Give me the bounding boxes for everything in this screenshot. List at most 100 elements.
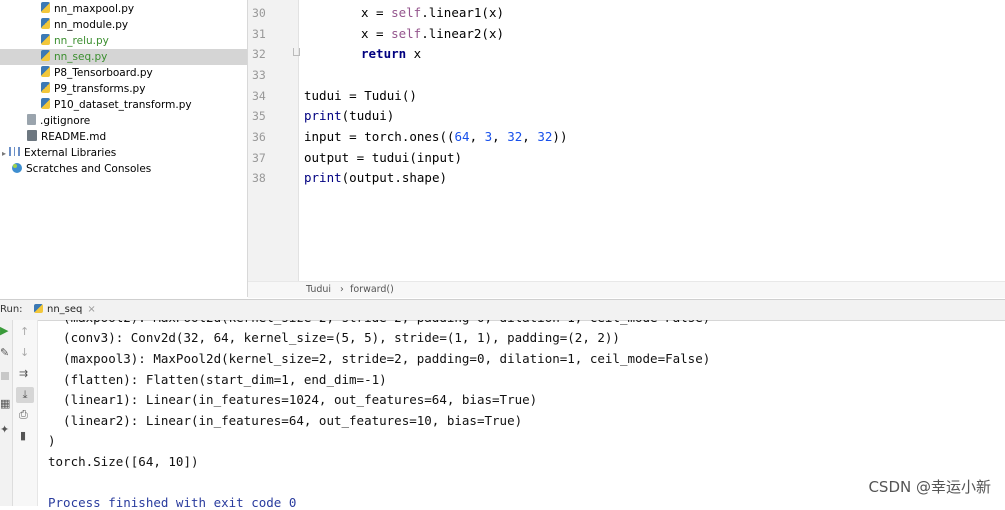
python-file-icon	[41, 66, 50, 77]
console-line: )	[48, 433, 56, 448]
gutter-divider	[298, 0, 299, 281]
code-text: x	[406, 46, 422, 61]
run-tools-right: ↑ ↓ ⇉ ⤓ ⎙ ▮	[13, 320, 38, 506]
code-builtin: print	[304, 108, 342, 123]
code-text: output = tudui(input)	[304, 150, 463, 165]
gitignore-file-icon	[27, 114, 36, 125]
tree-item-label: External Libraries	[24, 147, 117, 159]
console-line: (linear1): Linear(in_features=1024, out_…	[48, 392, 538, 407]
code-line[interactable]: print(output.shape)	[304, 170, 447, 185]
code-text: x =	[361, 5, 392, 20]
tree-item-label: nn_maxpool.py	[54, 3, 135, 15]
python-file-icon	[41, 2, 50, 13]
scroll-to-end-icon[interactable]: ⤓	[16, 387, 34, 403]
code-text: x =	[361, 26, 392, 41]
code-text: ,	[492, 129, 508, 144]
down-arrow-icon[interactable]: ↓	[20, 347, 29, 359]
console-line: (maxpool3): MaxPool2d(kernel_size=2, str…	[48, 351, 711, 366]
console-exit-line: Process finished with exit code 0	[48, 495, 297, 510]
tree-item-p9-transforms[interactable]: P9_transforms.py	[41, 81, 145, 97]
library-icon	[9, 147, 21, 156]
run-icon[interactable]: ▶	[0, 325, 8, 337]
fold-marker-icon[interactable]	[293, 48, 300, 56]
breadcrumb-method[interactable]: forward()	[350, 282, 394, 298]
tree-item-label: P10_dataset_transform.py	[54, 99, 192, 111]
code-self-keyword: self	[391, 26, 422, 41]
code-text: tudui = Tudui()	[304, 88, 417, 103]
line-number: 36	[252, 130, 266, 144]
code-line[interactable]: x = self.linear1(x)	[361, 5, 504, 20]
code-line[interactable]: tudui = Tudui()	[304, 88, 417, 103]
tree-item-external-libraries[interactable]: ▸ External Libraries	[2, 145, 116, 161]
line-number: 33	[252, 68, 266, 82]
tree-item-gitignore[interactable]: .gitignore	[27, 113, 90, 129]
tree-item-nn-seq[interactable]: nn_seq.py	[0, 49, 247, 65]
code-text: .linear1(x)	[421, 5, 505, 20]
line-number: 37	[252, 151, 266, 165]
tree-item-label: nn_module.py	[54, 19, 129, 31]
soft-wrap-icon[interactable]: ⇉	[19, 368, 28, 380]
run-toolbar: Run: nn_seq ×	[0, 299, 1005, 321]
code-text: (output.shape)	[341, 170, 447, 185]
line-number: 38	[252, 171, 266, 185]
tree-item-label: Scratches and Consoles	[26, 163, 152, 175]
tree-item-label: nn_relu.py	[54, 35, 109, 47]
run-label: Run:	[0, 304, 23, 315]
code-text: input = torch.ones((	[304, 129, 455, 144]
console-line: torch.Size([64, 10])	[48, 454, 199, 469]
code-line[interactable]: x = self.linear2(x)	[361, 26, 504, 41]
markdown-file-icon	[27, 130, 37, 141]
tree-item-nn-module[interactable]: nn_module.py	[41, 17, 128, 33]
code-line[interactable]: return x	[361, 46, 421, 61]
console-line: (flatten): Flatten(start_dim=1, end_dim=…	[48, 372, 387, 387]
stop-icon[interactable]	[1, 372, 9, 380]
code-number: 64	[454, 129, 470, 144]
tree-item-nn-maxpool[interactable]: nn_maxpool.py	[41, 1, 134, 17]
code-line[interactable]: input = torch.ones((64, 3, 32, 32))	[304, 129, 567, 144]
print-icon[interactable]: ⎙	[19, 409, 28, 421]
console-line: (linear2): Linear(in_features=64, out_fe…	[48, 413, 523, 428]
tree-item-scratches[interactable]: Scratches and Consoles	[12, 161, 151, 177]
run-tools-left: ▶ ✎ ▦ ✦	[0, 320, 13, 506]
code-line[interactable]: output = tudui(input)	[304, 150, 462, 165]
pin-icon[interactable]: ✦	[0, 424, 9, 436]
console-line: (conv3): Conv2d(32, 64, kernel_size=(5, …	[48, 330, 620, 345]
project-tree: nn_maxpool.py nn_module.py nn_relu.py nn…	[0, 0, 247, 297]
tree-item-label: nn_seq.py	[54, 51, 108, 63]
code-text: .linear2(x)	[421, 26, 505, 41]
tree-item-nn-relu[interactable]: nn_relu.py	[41, 33, 109, 49]
code-text: ,	[522, 129, 538, 144]
python-file-icon	[34, 304, 43, 313]
python-file-icon	[41, 98, 50, 109]
code-builtin: print	[304, 170, 342, 185]
breadcrumb: Tudui › forward()	[248, 281, 1005, 298]
wrench-icon[interactable]: ✎	[0, 347, 9, 359]
line-number: 30	[252, 6, 266, 20]
line-number: 31	[252, 27, 266, 41]
code-number: 32	[537, 129, 553, 144]
chevron-right-icon[interactable]: ▸	[2, 146, 6, 162]
tree-item-p8-tensorboard[interactable]: P8_Tensorboard.py	[41, 65, 153, 81]
code-text: ,	[469, 129, 485, 144]
trash-icon[interactable]: ▮	[20, 430, 26, 442]
up-arrow-icon[interactable]: ↑	[20, 326, 29, 338]
tree-item-p10-dataset-transform[interactable]: P10_dataset_transform.py	[41, 97, 192, 113]
line-number: 35	[252, 109, 266, 123]
layout-icon[interactable]: ▦	[0, 398, 10, 410]
breadcrumb-class[interactable]: Tudui	[306, 282, 331, 298]
tree-item-label: .gitignore	[40, 115, 91, 127]
line-number: 34	[252, 89, 266, 103]
scratches-icon	[12, 163, 22, 173]
code-line[interactable]: print(tudui)	[304, 108, 394, 123]
tree-item-label: README.md	[41, 131, 107, 143]
line-number: 32	[252, 47, 266, 61]
python-file-icon	[41, 50, 50, 61]
tree-item-readme[interactable]: README.md	[27, 129, 106, 145]
code-self-keyword: self	[391, 5, 422, 20]
close-icon[interactable]: ×	[87, 304, 95, 315]
code-number: 32	[507, 129, 523, 144]
run-tab[interactable]: nn_seq ×	[30, 300, 100, 320]
code-text: ))	[552, 129, 568, 144]
watermark: CSDN @幸运小新	[868, 478, 991, 496]
python-file-icon	[41, 18, 50, 29]
